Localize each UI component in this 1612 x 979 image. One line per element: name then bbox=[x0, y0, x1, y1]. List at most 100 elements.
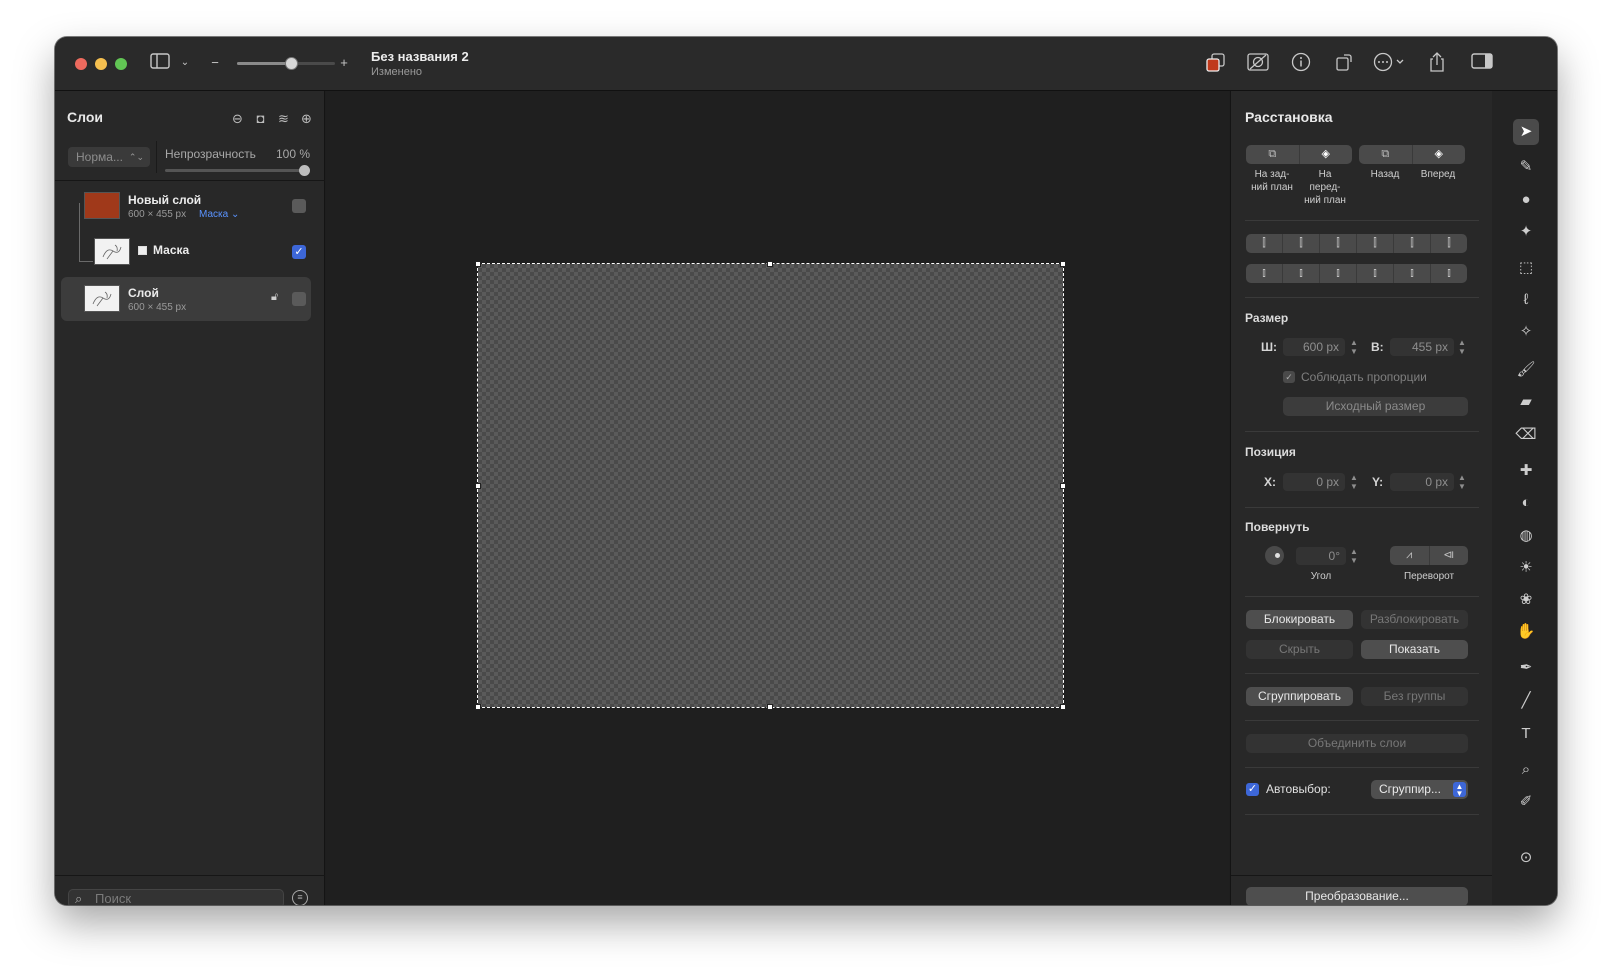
layer-row-new-layer[interactable]: Новый слой 600 × 455 px Маска ⌄ bbox=[61, 185, 311, 229]
magic-select-icon[interactable]: ✧ bbox=[1513, 319, 1539, 345]
opacity-slider-knob[interactable] bbox=[299, 165, 310, 176]
align-left-icon[interactable]: ⫿ bbox=[1246, 234, 1283, 253]
y-field[interactable]: 0 px bbox=[1390, 473, 1454, 491]
height-field[interactable]: 455 px bbox=[1390, 338, 1454, 356]
more-icon[interactable] bbox=[1373, 52, 1407, 78]
opacity-value[interactable]: 100 % bbox=[276, 147, 310, 161]
layer-visibility-checkbox[interactable] bbox=[292, 292, 306, 306]
arrow-tool-icon[interactable]: ➤ bbox=[1513, 119, 1539, 145]
pen-icon[interactable]: ✒ bbox=[1513, 655, 1539, 681]
eyedropper-icon[interactable]: ✐ bbox=[1513, 789, 1539, 815]
hide-button[interactable]: Скрыть bbox=[1246, 640, 1353, 659]
align-top-icon[interactable]: ⫿ bbox=[1357, 234, 1394, 253]
distribute-left-icon[interactable]: ⫾ bbox=[1357, 264, 1394, 283]
paint-brush-icon[interactable]: 🖌︎ bbox=[1513, 357, 1539, 383]
sidebar-icon[interactable] bbox=[150, 53, 170, 75]
more-tools-icon[interactable]: ⊙ bbox=[1513, 845, 1539, 871]
layer-visibility-checkbox[interactable] bbox=[292, 199, 306, 213]
angle-stepper[interactable]: ▲ ▼ bbox=[1348, 547, 1360, 565]
inspector-icon[interactable] bbox=[1471, 53, 1493, 75]
sparkle-icon[interactable]: ✦ bbox=[1513, 219, 1539, 245]
keep-proportions-checkbox[interactable]: ✓ bbox=[1283, 371, 1295, 383]
lock-button[interactable]: Блокировать bbox=[1246, 610, 1353, 629]
align-center-h-icon[interactable]: ⫿ bbox=[1283, 234, 1320, 253]
merge-layers-button[interactable]: Объединить слои bbox=[1246, 734, 1468, 753]
minimize-window-button[interactable] bbox=[95, 58, 107, 70]
align-bottom-icon[interactable]: ⫿ bbox=[1431, 234, 1467, 253]
zoom-slider-knob[interactable] bbox=[285, 57, 298, 70]
auto-select-popup[interactable]: Сгруппир... ▲ ▼ bbox=[1371, 780, 1468, 799]
lasso-icon[interactable]: ℓ bbox=[1513, 287, 1539, 313]
rect-select-icon[interactable]: ⬚ bbox=[1513, 255, 1539, 281]
adjust-image-icon[interactable] bbox=[1247, 52, 1269, 78]
distribute-bottom-icon[interactable]: ⫾ bbox=[1320, 264, 1357, 283]
width-stepper[interactable]: ▲ ▼ bbox=[1348, 338, 1360, 356]
zoom-slider[interactable] bbox=[237, 57, 335, 70]
brush-shape-icon[interactable]: ✎ bbox=[1513, 154, 1539, 180]
layer-row-layer[interactable]: Слой 600 × 455 px 🔓︎ bbox=[61, 277, 311, 321]
ungroup-button[interactable]: Без группы bbox=[1361, 687, 1468, 706]
x-field[interactable]: 0 px bbox=[1283, 473, 1345, 491]
angle-field[interactable]: 0° bbox=[1296, 547, 1346, 565]
resize-handle-bottom-left[interactable] bbox=[475, 704, 481, 710]
zoom-out-button[interactable]: − bbox=[210, 53, 220, 73]
resize-handle-top[interactable] bbox=[767, 261, 773, 267]
document-canvas[interactable] bbox=[477, 263, 1064, 708]
canvas-area[interactable] bbox=[326, 91, 1229, 905]
width-field[interactable]: 600 px bbox=[1283, 338, 1345, 356]
smudge-icon[interactable]: ✋ bbox=[1513, 619, 1539, 645]
zoom-in-button[interactable]: + bbox=[339, 53, 349, 73]
distribute-middle-icon[interactable]: ⫾ bbox=[1283, 264, 1320, 283]
opacity-slider[interactable] bbox=[165, 165, 310, 176]
resize-handle-top-left[interactable] bbox=[475, 261, 481, 267]
x-stepper[interactable]: ▲ ▼ bbox=[1348, 473, 1360, 491]
mask-icon[interactable]: ◘ bbox=[253, 111, 268, 126]
sponge-icon[interactable]: ❀ bbox=[1513, 587, 1539, 613]
align-right-icon[interactable]: ⫿ bbox=[1320, 234, 1357, 253]
resize-handle-left[interactable] bbox=[475, 483, 481, 489]
resize-handle-right[interactable] bbox=[1060, 483, 1066, 489]
distribute-top-icon[interactable]: ⫾ bbox=[1246, 264, 1283, 283]
send-backward-icon[interactable]: ⧉ bbox=[1359, 145, 1413, 164]
zoom-icon[interactable]: ⌕ bbox=[1513, 757, 1539, 783]
bring-to-front-icon[interactable]: ◈ bbox=[1300, 145, 1353, 164]
distribute-right-icon[interactable]: ⫾ bbox=[1431, 264, 1467, 283]
add-layer-icon[interactable]: ⊕ bbox=[299, 111, 314, 126]
blend-mode-select[interactable]: Норма... ⌃⌄ bbox=[68, 147, 150, 167]
color-blend-icon[interactable]: ● bbox=[1513, 187, 1539, 213]
mask-enabled-checkbox[interactable]: ✓ bbox=[292, 245, 306, 259]
clone-icon[interactable]: ◐ bbox=[1513, 490, 1539, 516]
resize-handle-bottom-right[interactable] bbox=[1060, 704, 1066, 710]
flip-vertical-icon[interactable]: ⩘ bbox=[1390, 546, 1430, 565]
share-icon[interactable] bbox=[1427, 51, 1447, 79]
y-stepper[interactable]: ▲ ▼ bbox=[1456, 473, 1468, 491]
group-button[interactable]: Сгруппировать bbox=[1246, 687, 1353, 706]
resize-handle-bottom[interactable] bbox=[767, 704, 773, 710]
auto-select-checkbox[interactable]: ✓ bbox=[1246, 783, 1259, 796]
height-stepper[interactable]: ▲ ▼ bbox=[1456, 338, 1468, 356]
close-window-button[interactable] bbox=[75, 58, 87, 70]
bandage-icon[interactable]: ✚ bbox=[1513, 458, 1539, 484]
mask-link[interactable]: Маска ⌄ bbox=[199, 209, 239, 220]
eraser-icon[interactable]: ⌫ bbox=[1513, 422, 1539, 448]
info-icon[interactable] bbox=[1291, 52, 1311, 78]
bucket-icon[interactable]: ▰ bbox=[1513, 389, 1539, 415]
show-button[interactable]: Показать bbox=[1361, 640, 1468, 659]
layer-row-mask[interactable]: Маска ✓ bbox=[61, 231, 311, 275]
distribute-center-icon[interactable]: ⫾ bbox=[1394, 264, 1431, 283]
transform-button[interactable]: Преобразование... bbox=[1246, 887, 1468, 905]
layer-options-icon[interactable]: ⊖ bbox=[230, 111, 245, 126]
blur-icon[interactable]: ◍ bbox=[1513, 523, 1539, 549]
send-to-back-icon[interactable]: ⧉ bbox=[1246, 145, 1300, 164]
chevron-down-icon[interactable]: ⌄ bbox=[179, 53, 191, 73]
original-size-button[interactable]: Исходный размер bbox=[1283, 397, 1468, 416]
sun-icon[interactable]: ☀ bbox=[1513, 555, 1539, 581]
line-icon[interactable]: ╱ bbox=[1513, 688, 1539, 714]
color-icon[interactable] bbox=[1205, 52, 1227, 80]
align-center-v-icon[interactable]: ⫿ bbox=[1394, 234, 1431, 253]
unlock-icon[interactable]: 🔓︎ bbox=[271, 291, 278, 304]
angle-dial[interactable] bbox=[1265, 546, 1284, 565]
layers-stack-icon[interactable]: ≋ bbox=[276, 111, 291, 126]
bring-forward-icon[interactable]: ◈ bbox=[1413, 145, 1466, 164]
unlock-button[interactable]: Разблокировать bbox=[1361, 610, 1468, 629]
